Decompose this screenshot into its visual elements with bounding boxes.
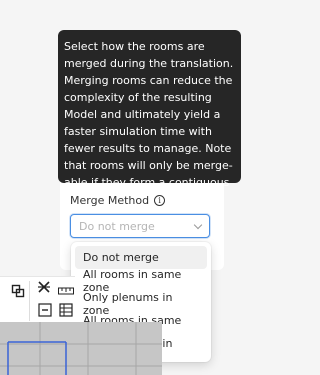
grid-icon[interactable] [58, 302, 74, 318]
merge-method-tooltip: Select how the rooms are merged during t… [58, 30, 241, 223]
toolbar-divider [29, 281, 30, 321]
measure-icon[interactable] [58, 283, 74, 299]
info-icon[interactable]: i [154, 195, 166, 206]
merge-method-label-row: Merge Method i [70, 194, 166, 207]
option-do-not-merge[interactable]: Do not merge [75, 246, 207, 269]
option-all-rooms-same-zone[interactable]: All rooms in same zone [75, 268, 207, 294]
minus-icon[interactable] [37, 302, 53, 318]
copy-icon[interactable] [10, 283, 26, 299]
merge-method-label: Merge Method [70, 194, 150, 207]
scissor-icon[interactable] [36, 279, 52, 295]
viewport-toolbar [0, 276, 75, 324]
option-only-plenums-zone[interactable]: Only plenums in zone [75, 291, 207, 317]
chevron-down-icon [193, 220, 203, 229]
model-viewport[interactable] [0, 322, 162, 375]
select-placeholder: Do not merge [79, 219, 155, 233]
merge-method-select[interactable]: Do not merge [70, 214, 210, 238]
